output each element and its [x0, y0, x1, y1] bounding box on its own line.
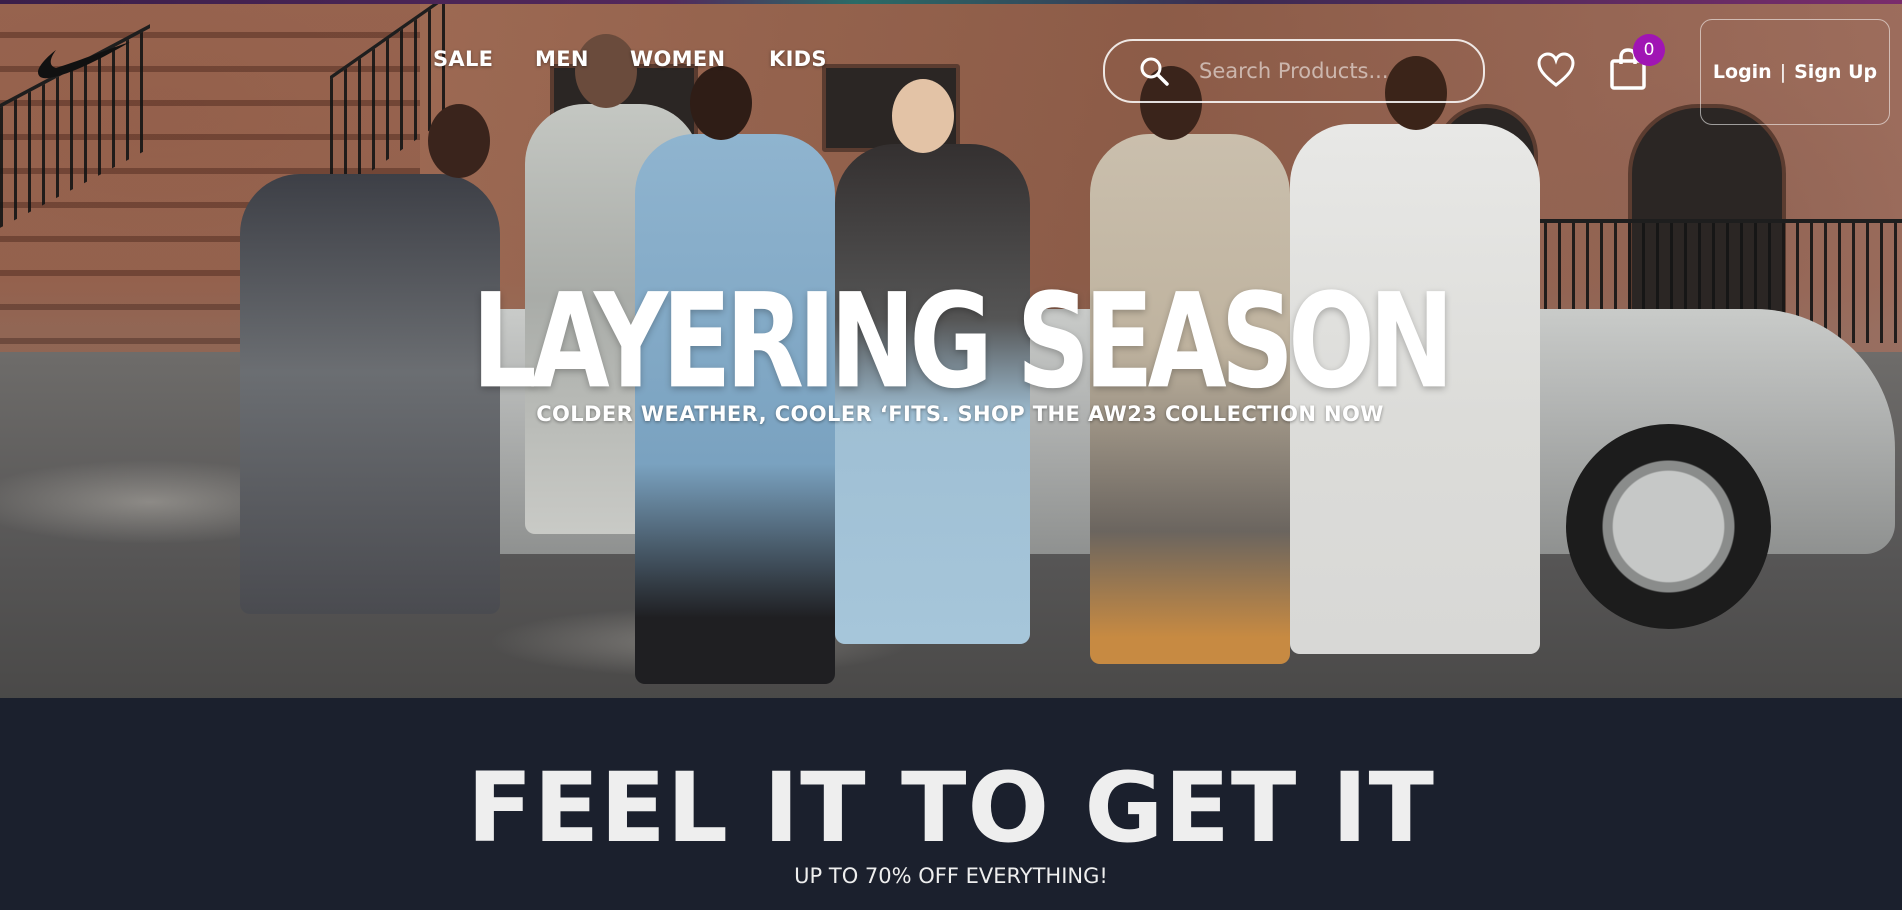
nav-link-kids[interactable]: KIDS: [769, 47, 827, 71]
auth-separator: |: [1779, 61, 1787, 83]
search-input[interactable]: [1197, 58, 1451, 84]
login-link[interactable]: Login: [1713, 61, 1772, 83]
promo-title: FEEL IT TO GET IT: [467, 752, 1435, 864]
promo-subtitle: UP TO 70% OFF EVERYTHING!: [794, 864, 1108, 888]
cart-count-badge: 0: [1633, 34, 1665, 66]
promo-section: FEEL IT TO GET IT UP TO 70% OFF EVERYTHI…: [0, 698, 1902, 910]
nike-swoosh-logo[interactable]: [36, 42, 132, 80]
nav-link-sale[interactable]: SALE: [433, 47, 493, 71]
search-icon[interactable]: [1139, 56, 1169, 86]
search-bar[interactable]: [1103, 39, 1485, 103]
nav-link-women[interactable]: WOMEN: [630, 47, 725, 71]
signup-link[interactable]: Sign Up: [1794, 61, 1877, 83]
hero-subtitle: COLDER WEATHER, COOLER ‘FITS. SHOP THE A…: [536, 402, 1384, 426]
hero-banner[interactable]: SALE MEN WOMEN KIDS 0 Login | Sign Up LA…: [0, 4, 1902, 698]
heart-icon[interactable]: [1537, 52, 1575, 88]
auth-box: Login | Sign Up: [1700, 19, 1890, 125]
nav-link-men[interactable]: MEN: [535, 47, 589, 71]
hero-title: LAYERING SEASON: [471, 266, 1454, 419]
